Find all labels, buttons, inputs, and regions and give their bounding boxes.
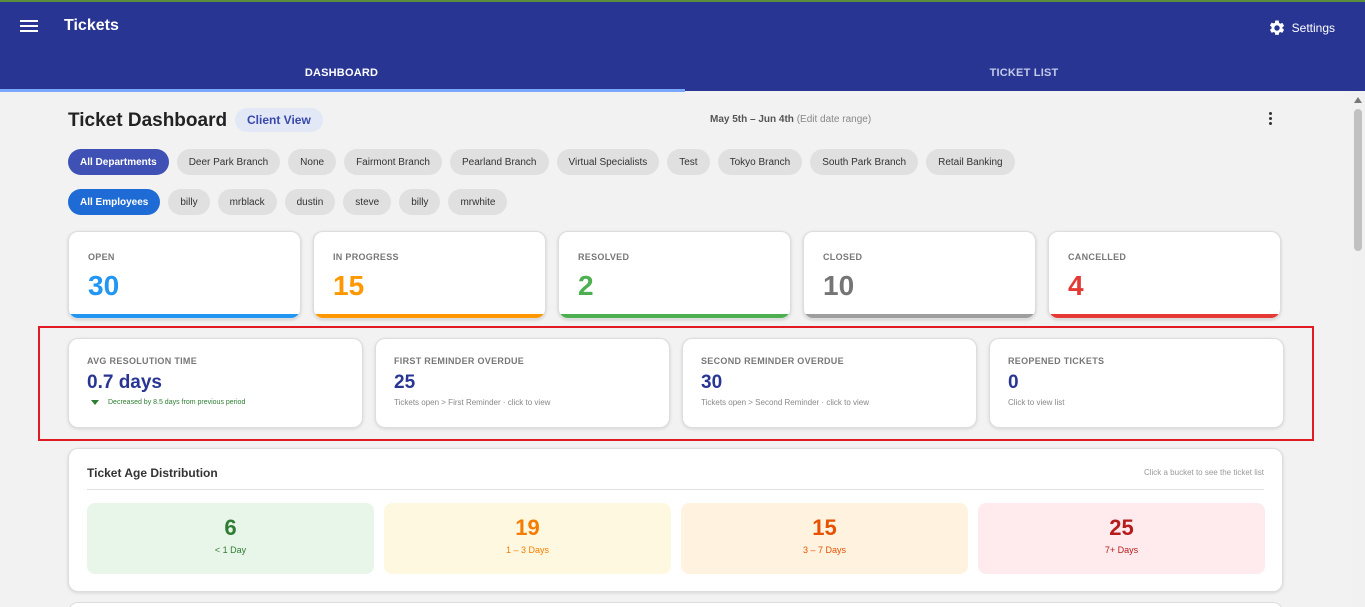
kpi-reopened-tickets[interactable]: REOPENED TICKETS 0 Click to view list bbox=[989, 338, 1284, 428]
kpi-value: 0.7 days bbox=[87, 372, 162, 393]
status-count: 4 bbox=[1068, 270, 1084, 301]
status-label: CLOSED bbox=[823, 252, 863, 262]
status-card-open[interactable]: OPEN 30 bbox=[68, 231, 301, 319]
status-cards: OPEN 30 IN PROGRESS 15 RESOLVED 2 CLOSED… bbox=[68, 231, 1281, 319]
scroll-up-arrow-icon[interactable] bbox=[1354, 97, 1362, 103]
status-color-bar bbox=[69, 314, 300, 318]
status-color-bar bbox=[559, 314, 790, 318]
chip-all-employees[interactable]: All Employees bbox=[68, 189, 161, 215]
kpi-value: 0 bbox=[1008, 372, 1019, 393]
bucket-count: 15 bbox=[812, 515, 837, 540]
more-options-icon[interactable] bbox=[1266, 112, 1274, 128]
scroll-thumb[interactable] bbox=[1354, 109, 1362, 251]
section-title: Ticket Age Distribution bbox=[87, 466, 218, 480]
status-card-resolved[interactable]: RESOLVED 2 bbox=[558, 231, 791, 319]
app-title: Tickets bbox=[64, 17, 119, 34]
kpi-subtext: Click to view list bbox=[1008, 398, 1065, 407]
status-label: RESOLVED bbox=[578, 252, 630, 262]
section-hint: Click a bucket to see the ticket list bbox=[1143, 468, 1264, 477]
next-section-card bbox=[68, 602, 1283, 607]
age-bucket-1-3-days[interactable]: 19 1 – 3 Days bbox=[384, 503, 671, 574]
department-filter: All Departments Deer Park Branch None Fa… bbox=[68, 149, 1015, 175]
status-label: IN PROGRESS bbox=[333, 252, 399, 262]
chip-tokyo-branch[interactable]: Tokyo Branch bbox=[717, 149, 803, 175]
bucket-count: 25 bbox=[1109, 515, 1134, 540]
hamburger-menu-icon[interactable] bbox=[20, 20, 38, 34]
status-color-bar bbox=[804, 314, 1035, 318]
kpi-label: SECOND REMINDER OVERDUE bbox=[701, 356, 844, 366]
date-range-value: May 5th – Jun 4th bbox=[710, 114, 794, 125]
gear-icon bbox=[1269, 20, 1284, 35]
bucket-label: 7+ Days bbox=[1104, 545, 1139, 555]
chip-employee[interactable]: billy bbox=[399, 189, 441, 215]
kpi-first-reminder-overdue[interactable]: FIRST REMINDER OVERDUE 25 Tickets open >… bbox=[375, 338, 670, 428]
divider bbox=[87, 489, 1264, 490]
active-tab-indicator bbox=[0, 89, 685, 92]
chip-employee[interactable]: mrwhite bbox=[448, 189, 508, 215]
age-bucket-under-1-day[interactable]: 6 < 1 Day bbox=[87, 503, 374, 574]
app-bar: Tickets Settings DASHBOARD TICKET LIST bbox=[0, 0, 1365, 92]
chip-fairmont-branch[interactable]: Fairmont Branch bbox=[344, 149, 442, 175]
kpi-trend-text: Decreased by 8.5 days from previous peri… bbox=[108, 399, 246, 406]
status-count: 10 bbox=[823, 270, 855, 301]
chip-employee[interactable]: billy bbox=[168, 189, 210, 215]
chip-employee[interactable]: steve bbox=[343, 189, 392, 215]
bucket-label: 3 – 7 Days bbox=[802, 545, 847, 555]
age-bucket-3-7-days[interactable]: 15 3 – 7 Days bbox=[681, 503, 968, 574]
status-color-bar bbox=[1049, 314, 1280, 318]
bucket-count: 6 bbox=[224, 515, 237, 540]
kpi-second-reminder-overdue[interactable]: SECOND REMINDER OVERDUE 30 Tickets open … bbox=[682, 338, 977, 428]
kpi-value: 25 bbox=[394, 372, 416, 393]
status-card-in-progress[interactable]: IN PROGRESS 15 bbox=[313, 231, 546, 319]
chip-pearland-branch[interactable]: Pearland Branch bbox=[450, 149, 549, 175]
kpi-label: AVG RESOLUTION TIME bbox=[87, 356, 198, 366]
kpi-label: FIRST REMINDER OVERDUE bbox=[394, 356, 525, 366]
kpi-subtext: Tickets open > First Reminder · click to… bbox=[394, 398, 551, 407]
chip-retail-banking[interactable]: Retail Banking bbox=[926, 149, 1015, 175]
status-count: 30 bbox=[88, 270, 120, 301]
status-count: 15 bbox=[333, 270, 365, 301]
tab-dashboard[interactable]: DASHBOARD bbox=[0, 54, 683, 91]
client-view-button[interactable]: Client View bbox=[235, 108, 323, 132]
status-label: CANCELLED bbox=[1068, 252, 1127, 262]
status-count: 2 bbox=[578, 270, 594, 301]
settings-label: Settings bbox=[1291, 21, 1335, 35]
bucket-label: 1 – 3 Days bbox=[505, 545, 550, 555]
age-buckets: 6 < 1 Day 19 1 – 3 Days 15 3 – 7 Days 25… bbox=[87, 503, 1265, 574]
chip-none[interactable]: None bbox=[288, 149, 337, 175]
tab-ticket-list[interactable]: TICKET LIST bbox=[683, 54, 1365, 91]
chip-deer-park-branch[interactable]: Deer Park Branch bbox=[176, 149, 281, 175]
page-title: Ticket Dashboard bbox=[68, 110, 228, 131]
kpi-trend: Decreased by 8.5 days from previous peri… bbox=[91, 399, 245, 406]
chip-all-departments[interactable]: All Departments bbox=[68, 149, 169, 175]
employee-filter: All Employees billy mrblack dustin steve… bbox=[68, 189, 508, 215]
date-range: May 5th – Jun 4th (Edit date range) bbox=[710, 114, 871, 125]
chip-employee[interactable]: dustin bbox=[284, 189, 336, 215]
edit-date-range-link[interactable]: (Edit date range) bbox=[797, 114, 872, 125]
chip-employee[interactable]: mrblack bbox=[217, 189, 277, 215]
kpi-label: REOPENED TICKETS bbox=[1008, 356, 1105, 366]
chip-virtual-specialists[interactable]: Virtual Specialists bbox=[556, 149, 660, 175]
ticket-age-distribution: Ticket Age Distribution Click a bucket t… bbox=[68, 448, 1283, 592]
kpi-subtext: Tickets open > Second Reminder · click t… bbox=[701, 398, 869, 407]
status-card-cancelled[interactable]: CANCELLED 4 bbox=[1048, 231, 1281, 319]
chip-test[interactable]: Test bbox=[667, 149, 710, 175]
settings-button[interactable]: Settings bbox=[1268, 19, 1335, 37]
trend-down-icon bbox=[91, 400, 99, 405]
bucket-count: 19 bbox=[515, 515, 540, 540]
age-bucket-7-plus-days[interactable]: 25 7+ Days bbox=[978, 503, 1265, 574]
status-card-closed[interactable]: CLOSED 10 bbox=[803, 231, 1036, 319]
kpi-avg-resolution-time[interactable]: AVG RESOLUTION TIME 0.7 days Decreased b… bbox=[68, 338, 363, 428]
bucket-label: < 1 Day bbox=[214, 545, 247, 555]
status-color-bar bbox=[314, 314, 545, 318]
kpi-cards: AVG RESOLUTION TIME 0.7 days Decreased b… bbox=[68, 338, 1284, 428]
vertical-scrollbar[interactable] bbox=[1351, 91, 1365, 607]
kpi-value: 30 bbox=[701, 372, 723, 393]
status-label: OPEN bbox=[88, 252, 115, 262]
chip-south-park-branch[interactable]: South Park Branch bbox=[810, 149, 919, 175]
